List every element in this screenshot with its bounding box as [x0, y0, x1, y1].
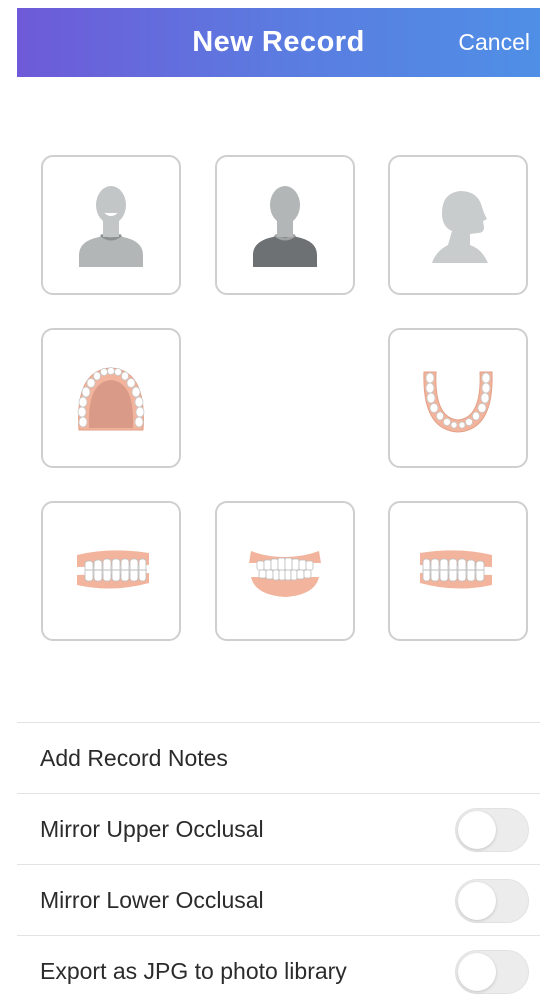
- bite-front-icon: [249, 551, 321, 597]
- toggle-knob: [458, 953, 496, 991]
- photo-slot-bite-right[interactable]: [41, 501, 181, 641]
- bite-right-icon: [77, 550, 149, 589]
- upper-occlusal-icon: [77, 367, 145, 431]
- record-settings-list: Add Record Notes Mirror Upper Occlusal M…: [17, 722, 540, 1002]
- photo-slot-upper-occlusal[interactable]: [41, 328, 181, 468]
- mirror-lower-occlusal-row: Mirror Lower Occlusal: [17, 864, 540, 935]
- mirror-upper-occlusal-row: Mirror Upper Occlusal: [17, 793, 540, 864]
- add-record-notes-label: Add Record Notes: [40, 745, 228, 771]
- face-profile-icon: [432, 191, 488, 263]
- face-front-icon: [253, 186, 317, 267]
- export-jpg-toggle[interactable]: [455, 950, 529, 994]
- cancel-button[interactable]: Cancel: [458, 8, 530, 77]
- toggle-knob: [458, 811, 496, 849]
- export-jpg-row: Export as JPG to photo library: [17, 935, 540, 1002]
- photo-slot-face-profile[interactable]: [388, 155, 528, 295]
- photo-slot-bite-front[interactable]: [215, 501, 355, 641]
- face-smile-icon: [79, 186, 143, 267]
- bite-left-icon: [420, 550, 492, 589]
- mirror-lower-occlusal-toggle[interactable]: [455, 879, 529, 923]
- photo-slot-face-front[interactable]: [215, 155, 355, 295]
- mirror-upper-occlusal-label: Mirror Upper Occlusal: [40, 816, 264, 842]
- new-record-screen: New Record Cancel Add Record Notes Mirro…: [0, 0, 540, 1002]
- lower-occlusal-icon: [423, 371, 493, 433]
- mirror-lower-occlusal-label: Mirror Lower Occlusal: [40, 887, 264, 913]
- export-jpg-label: Export as JPG to photo library: [40, 958, 347, 984]
- toggle-knob: [458, 882, 496, 920]
- photo-slot-face-smile[interactable]: [41, 155, 181, 295]
- photo-slot-bite-left[interactable]: [388, 501, 528, 641]
- photo-slot-lower-occlusal[interactable]: [388, 328, 528, 468]
- navigation-bar: New Record Cancel: [17, 8, 540, 77]
- mirror-upper-occlusal-toggle[interactable]: [455, 808, 529, 852]
- add-record-notes-row[interactable]: Add Record Notes: [17, 722, 540, 793]
